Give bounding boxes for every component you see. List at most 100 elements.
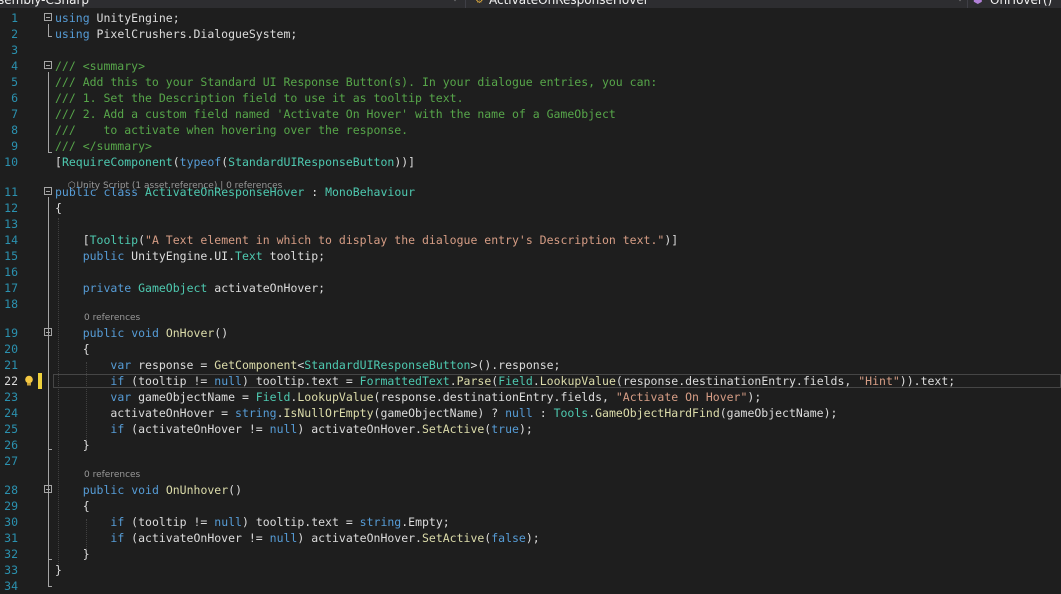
- code-token: null: [214, 515, 242, 529]
- line-number: 34: [4, 579, 18, 593]
- code-line[interactable]: 20 {: [0, 341, 1061, 357]
- code-line[interactable]: 33}: [0, 562, 1061, 578]
- member-dropdown[interactable]: OnHover(): [990, 0, 1052, 8]
- code-line[interactable]: 10 [RequireComponent(typeof(StandardUIRes…: [0, 154, 1061, 170]
- code-line[interactable]: 7 /// 2. Add a custom field named 'Activa…: [0, 106, 1061, 122]
- code-line[interactable]: 17 private GameObject activateOnHover;: [0, 280, 1061, 296]
- code-line[interactable]: 9 /// </summary>: [0, 138, 1061, 154]
- code-text[interactable]: using UnityEngine;: [55, 10, 180, 26]
- code-token: }: [55, 563, 62, 577]
- collapse-toggle-icon[interactable]: [44, 485, 52, 493]
- line-number: 32: [4, 547, 18, 561]
- collapse-toggle-icon[interactable]: [44, 13, 52, 21]
- code-line[interactable]: 21 var response = GetComponent<StandardU…: [0, 357, 1061, 373]
- code-text[interactable]: public void OnHover(): [55, 325, 228, 341]
- code-token: null: [505, 406, 533, 420]
- code-token: private: [82, 281, 132, 295]
- collapse-toggle-icon[interactable]: [44, 328, 52, 336]
- code-text[interactable]: activateOnHover = string.IsNullOrEmpty(g…: [55, 405, 837, 421]
- code-line[interactable]: 32 }: [0, 546, 1061, 562]
- code-text[interactable]: if (tooltip != null) tooltip.text = stri…: [55, 514, 449, 530]
- code-line[interactable]: 6 /// 1. Set the Description field to use…: [0, 90, 1061, 106]
- line-number: 5: [11, 75, 18, 89]
- code-text[interactable]: /// Add this to your Standard UI Respons…: [55, 74, 657, 90]
- code-line[interactable]: 24 activateOnHover = string.IsNullOrEmpt…: [0, 405, 1061, 421]
- code-text[interactable]: var gameObjectName = Field.LookupValue(r…: [55, 389, 761, 405]
- line-number: 19: [4, 326, 18, 340]
- class-dropdown-chevron-icon[interactable]: ▾: [957, 0, 963, 8]
- code-token: (tooltip !=: [124, 374, 215, 388]
- code-text[interactable]: /// 1. Set the Description field to use …: [55, 90, 464, 106]
- code-text[interactable]: [Tooltip("A Text element in which to dis…: [55, 232, 678, 248]
- code-token: typeof: [179, 155, 222, 169]
- line-number: 7: [11, 107, 18, 121]
- code-token: var: [110, 390, 132, 404]
- class-dropdown[interactable]: ActivateOnResponseHover: [489, 0, 649, 8]
- code-text[interactable]: /// </summary>: [55, 138, 152, 154]
- project-dropdown[interactable]: sembly-CSharp: [0, 0, 89, 8]
- code-text[interactable]: {: [55, 498, 90, 514]
- code-line[interactable]: 8 /// to activate when hovering over the …: [0, 122, 1061, 138]
- code-text[interactable]: public void OnUnhover(): [55, 482, 242, 498]
- code-text[interactable]: if (activateOnHover != null) activateOnH…: [55, 421, 532, 437]
- code-text[interactable]: /// to activate when hovering over the r…: [55, 122, 408, 138]
- code-text[interactable]: public UnityEngine.UI.Text tooltip;: [55, 248, 325, 264]
- code-token: );: [525, 531, 540, 545]
- code-lens-onunhover[interactable]: 0 references: [84, 470, 140, 480]
- code-text[interactable]: public class ActivateOnResponseHover : M…: [55, 184, 415, 200]
- code-text[interactable]: {: [55, 341, 90, 357]
- code-editor[interactable]: ⬡Unity Script (1 asset reference) | 0 re…: [0, 10, 1061, 593]
- code-line[interactable]: 25 if (activateOnHover != null) activate…: [0, 421, 1061, 437]
- code-line[interactable]: 19 public void OnHover(): [0, 325, 1061, 341]
- collapse-toggle-icon[interactable]: [44, 187, 52, 195]
- code-line[interactable]: 31 if (activateOnHover != null) activate…: [0, 530, 1061, 546]
- code-token: )]: [664, 233, 679, 247]
- code-token: (gameObjectName);: [719, 406, 838, 420]
- code-text[interactable]: if (activateOnHover != null) activateOnH…: [55, 530, 540, 546]
- code-text[interactable]: private GameObject activateOnHover;: [55, 280, 325, 296]
- code-line[interactable]: 12 {: [0, 200, 1061, 216]
- code-line[interactable]: 13: [0, 216, 1061, 232]
- code-text[interactable]: /// <summary>: [55, 58, 145, 74]
- lightbulb-icon[interactable]: [23, 375, 35, 387]
- code-text[interactable]: /// 2. Add a custom field named 'Activat…: [55, 106, 616, 122]
- code-line[interactable]: 2 using PixelCrushers.DialogueSystem;: [0, 26, 1061, 42]
- code-text[interactable]: if (tooltip != null) tooltip.text = Form…: [55, 373, 955, 389]
- code-line[interactable]: 34: [0, 578, 1061, 594]
- code-line[interactable]: 26 }: [0, 437, 1061, 453]
- code-line[interactable]: 14 [Tooltip("A Text element in which to …: [0, 232, 1061, 248]
- code-line[interactable]: 22 if (tooltip != null) tooltip.text = F…: [0, 373, 1061, 389]
- code-line[interactable]: 23 var gameObjectName = Field.LookupValu…: [0, 389, 1061, 405]
- code-token: activateOnHover;: [207, 281, 326, 295]
- code-text[interactable]: var response = GetComponent<StandardUIRe…: [55, 357, 560, 373]
- code-text[interactable]: {: [55, 200, 62, 216]
- code-line[interactable]: 28 public void OnUnhover(): [0, 482, 1061, 498]
- code-token: .: [276, 406, 284, 420]
- code-token: ) activateOnHover.: [297, 531, 422, 545]
- code-line[interactable]: 29 {: [0, 498, 1061, 514]
- code-line[interactable]: 18: [0, 296, 1061, 312]
- line-number: 13: [4, 217, 18, 231]
- code-text[interactable]: }: [55, 546, 90, 562]
- code-text[interactable]: }: [55, 437, 90, 453]
- code-line[interactable]: 3: [0, 42, 1061, 58]
- line-number: 25: [4, 422, 18, 436]
- code-text[interactable]: using PixelCrushers.DialogueSystem;: [55, 26, 297, 42]
- code-line[interactable]: 11 public class ActivateOnResponseHover :…: [0, 184, 1061, 200]
- code-line[interactable]: 4 /// <summary>: [0, 58, 1061, 74]
- line-number: 16: [4, 265, 18, 279]
- code-line[interactable]: 16: [0, 264, 1061, 280]
- line-number: 31: [4, 531, 18, 545]
- code-line[interactable]: 5 /// Add this to your Standard UI Respon…: [0, 74, 1061, 90]
- code-text[interactable]: [RequireComponent(typeof(StandardUIRespo…: [55, 154, 415, 170]
- code-token: class: [103, 185, 139, 199]
- collapse-toggle-icon[interactable]: [44, 61, 52, 69]
- code-line[interactable]: 30 if (tooltip != null) tooltip.text = s…: [0, 514, 1061, 530]
- code-line[interactable]: 1 using UnityEngine;: [0, 10, 1061, 26]
- code-lens-onhover[interactable]: 0 references: [84, 313, 140, 323]
- code-line[interactable]: 27: [0, 453, 1061, 469]
- project-dropdown-chevron-icon[interactable]: ▾: [452, 0, 458, 8]
- code-token: Field: [498, 374, 533, 388]
- code-line[interactable]: 15 public UnityEngine.UI.Text tooltip;: [0, 248, 1061, 264]
- code-text[interactable]: }: [55, 562, 62, 578]
